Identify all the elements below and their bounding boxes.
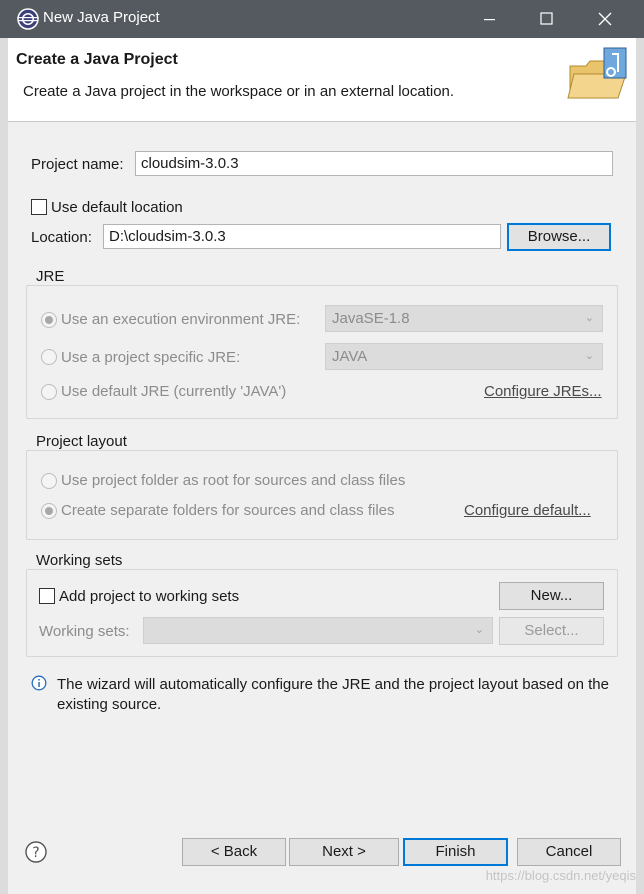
chevron-down-icon: ⌄: [584, 312, 594, 324]
minimize-button[interactable]: [461, 0, 517, 38]
layout-root-radio[interactable]: [41, 473, 57, 489]
layout-separate-label: Create separate folders for sources and …: [61, 502, 395, 519]
jre-env-radio[interactable]: [41, 312, 57, 328]
project-layout-group-title: Project layout: [34, 433, 129, 450]
eclipse-logo-icon: [16, 7, 40, 31]
watermark-text: https://blog.csdn.net/yeqis: [485, 868, 636, 883]
jre-env-label: Use an execution environment JRE:: [61, 311, 301, 328]
layout-separate-radio[interactable]: [41, 503, 57, 519]
svg-text:?: ?: [32, 845, 39, 861]
chevron-down-icon: ⌄: [584, 350, 594, 362]
jre-env-value: JavaSE-1.8: [332, 310, 410, 327]
project-name-input[interactable]: cloudsim-3.0.3: [135, 151, 613, 176]
project-name-label: Project name:: [31, 156, 124, 173]
page-title: Create a Java Project: [16, 51, 178, 68]
minimize-icon: [484, 19, 495, 21]
browse-button[interactable]: Browse...: [507, 223, 611, 251]
configure-jres-link[interactable]: Configure JREs...: [484, 383, 602, 400]
working-sets-group-title: Working sets: [34, 552, 125, 569]
jre-default-radio[interactable]: [41, 384, 57, 400]
working-sets-select[interactable]: ⌄: [143, 617, 493, 644]
jre-specific-value: JAVA: [332, 348, 368, 365]
info-message: The wizard will automatically configure …: [57, 676, 609, 713]
jre-group-title: JRE: [34, 268, 67, 285]
jre-specific-radio[interactable]: [41, 349, 57, 365]
window-title: New Java Project: [43, 9, 160, 26]
jre-default-label: Use default JRE (currently 'JAVA'): [61, 383, 287, 400]
finish-button[interactable]: Finish: [403, 838, 508, 866]
jre-env-select[interactable]: JavaSE-1.8 ⌄: [325, 305, 603, 332]
project-layout-group: [26, 450, 618, 540]
location-input[interactable]: D:\cloudsim-3.0.3: [103, 224, 501, 249]
title-bar: New Java Project: [0, 0, 644, 38]
add-to-working-sets-label[interactable]: Add project to working sets: [59, 588, 239, 605]
next-button[interactable]: Next >: [289, 838, 399, 866]
use-default-location-checkbox[interactable]: [31, 199, 47, 215]
wizard-banner: Create a Java Project Create a Java proj…: [8, 38, 636, 122]
wizard-content: Project name: cloudsim-3.0.3 Use default…: [8, 122, 636, 894]
select-working-sets-button[interactable]: Select...: [499, 617, 604, 645]
close-button[interactable]: [578, 0, 634, 38]
info-icon: [31, 675, 47, 691]
configure-default-link[interactable]: Configure default...: [464, 502, 591, 519]
close-icon: [598, 12, 612, 26]
chevron-down-icon: ⌄: [474, 624, 484, 636]
use-default-location-label[interactable]: Use default location: [51, 199, 183, 216]
jre-specific-select[interactable]: JAVA ⌄: [325, 343, 603, 370]
new-project-folder-icon: [564, 44, 632, 104]
location-label: Location:: [31, 229, 92, 246]
add-to-working-sets-checkbox[interactable]: [39, 588, 55, 604]
help-icon[interactable]: ?: [24, 840, 48, 864]
maximize-button[interactable]: [517, 0, 573, 38]
cancel-button[interactable]: Cancel: [517, 838, 621, 866]
maximize-icon: [540, 12, 553, 25]
working-sets-label: Working sets:: [39, 623, 130, 640]
page-description: Create a Java project in the workspace o…: [23, 83, 455, 100]
back-button[interactable]: < Back: [182, 838, 286, 866]
new-working-set-button[interactable]: New...: [499, 582, 604, 610]
layout-root-label: Use project folder as root for sources a…: [61, 472, 406, 489]
jre-specific-label: Use a project specific JRE:: [61, 349, 241, 366]
